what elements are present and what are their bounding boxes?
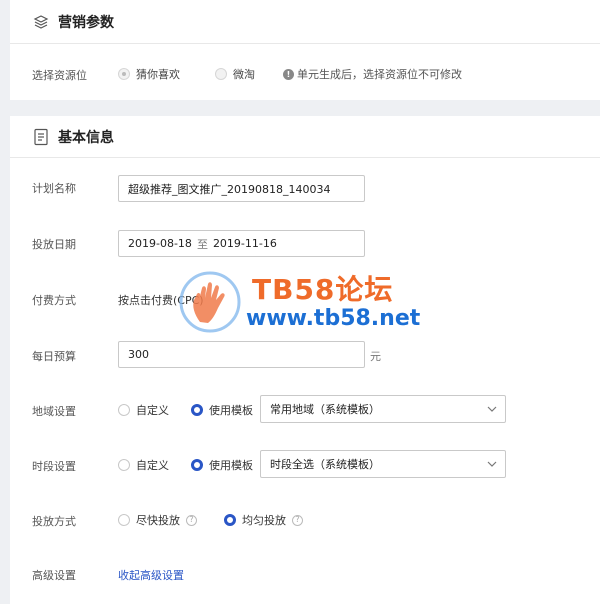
watermark-url: www.tb58.net [246, 306, 421, 331]
advanced-label: 高级设置 [32, 569, 76, 582]
radio-dot [215, 68, 227, 80]
basic-info-header: 基本信息 [10, 116, 600, 158]
radio-label: 尽快投放 [136, 514, 180, 527]
time-custom-radio[interactable]: 自定义 [118, 457, 169, 473]
radio-label: 自定义 [136, 404, 169, 417]
radio-dot [191, 459, 203, 471]
delivery-even-radio[interactable]: 均匀投放 [224, 512, 286, 528]
delivery-label: 投放方式 [32, 515, 76, 528]
region-template-select[interactable]: 常用地域（系统模板） [260, 395, 506, 423]
radio-label: 猜你喜欢 [136, 68, 180, 81]
radio-weitao[interactable]: 微淘 [215, 66, 255, 82]
radio-dot [118, 459, 130, 471]
collapse-advanced-link[interactable]: 收起高级设置 [118, 567, 184, 583]
radio-label: 微淘 [233, 68, 255, 81]
radio-label: 使用模板 [209, 404, 253, 417]
date-label: 投放日期 [32, 238, 76, 251]
marketing-params-card: 营销参数 选择资源位 猜你喜欢 微淘 ! 单元生成后，选择资源位不可修改 [10, 0, 600, 100]
chevron-down-icon [487, 406, 497, 412]
plan-name-input[interactable]: 超级推荐_图文推广_20190818_140034 [118, 175, 365, 202]
date-separator: 至 [196, 237, 208, 251]
basic-info-card: 基本信息 计划名称 超级推荐_图文推广_20190818_140034 投放日期… [10, 116, 600, 604]
time-selected-value: 时段全选（系统模板） [270, 458, 380, 471]
region-selected-value: 常用地域（系统模板） [270, 403, 380, 416]
document-icon [32, 128, 50, 146]
basic-info-title: 基本信息 [58, 129, 114, 146]
marketing-params-title: 营销参数 [58, 14, 114, 31]
radio-dot [191, 404, 203, 416]
date-range-picker[interactable]: 2019-08-18 至 2019-11-16 [118, 230, 365, 257]
plan-name-label: 计划名称 [32, 182, 76, 195]
region-label: 地域设置 [32, 405, 76, 418]
radio-label: 使用模板 [209, 459, 253, 472]
marketing-params-header: 营销参数 [10, 0, 600, 44]
help-icon[interactable]: ? [186, 514, 197, 526]
help-icon[interactable]: ? [292, 514, 303, 526]
delivery-fast-radio[interactable]: 尽快投放 [118, 512, 180, 528]
radio-dot [224, 514, 236, 526]
info-icon: ! [283, 68, 294, 80]
plan-name-value: 超级推荐_图文推广_20190818_140034 [128, 182, 331, 196]
chevron-down-icon [487, 461, 497, 467]
billing-label: 付费方式 [32, 294, 76, 307]
budget-unit: 元 [370, 350, 381, 363]
radio-guess-you-like[interactable]: 猜你喜欢 [118, 66, 180, 82]
region-template-radio[interactable]: 使用模板 [191, 402, 253, 418]
budget-input[interactable]: 300 [118, 341, 365, 368]
date-end: 2019-11-16 [212, 237, 277, 250]
watermark-hand-logo [179, 271, 241, 333]
radio-dot [118, 404, 130, 416]
time-template-radio[interactable]: 使用模板 [191, 457, 253, 473]
budget-value: 300 [128, 348, 149, 361]
resource-position-label: 选择资源位 [32, 69, 87, 82]
radio-dot [118, 68, 130, 80]
budget-label: 每日预算 [32, 350, 76, 363]
time-template-select[interactable]: 时段全选（系统模板） [260, 450, 506, 478]
watermark: TB58论坛 www.tb58.net [170, 268, 440, 338]
time-label: 时段设置 [32, 460, 76, 473]
radio-label: 均匀投放 [242, 514, 286, 527]
radio-dot [118, 514, 130, 526]
region-custom-radio[interactable]: 自定义 [118, 402, 169, 418]
watermark-title: TB58论坛 [252, 273, 394, 306]
date-start: 2019-08-18 [128, 237, 192, 250]
radio-label: 自定义 [136, 459, 169, 472]
resource-hint: 单元生成后，选择资源位不可修改 [297, 68, 462, 81]
layers-icon [32, 13, 50, 31]
